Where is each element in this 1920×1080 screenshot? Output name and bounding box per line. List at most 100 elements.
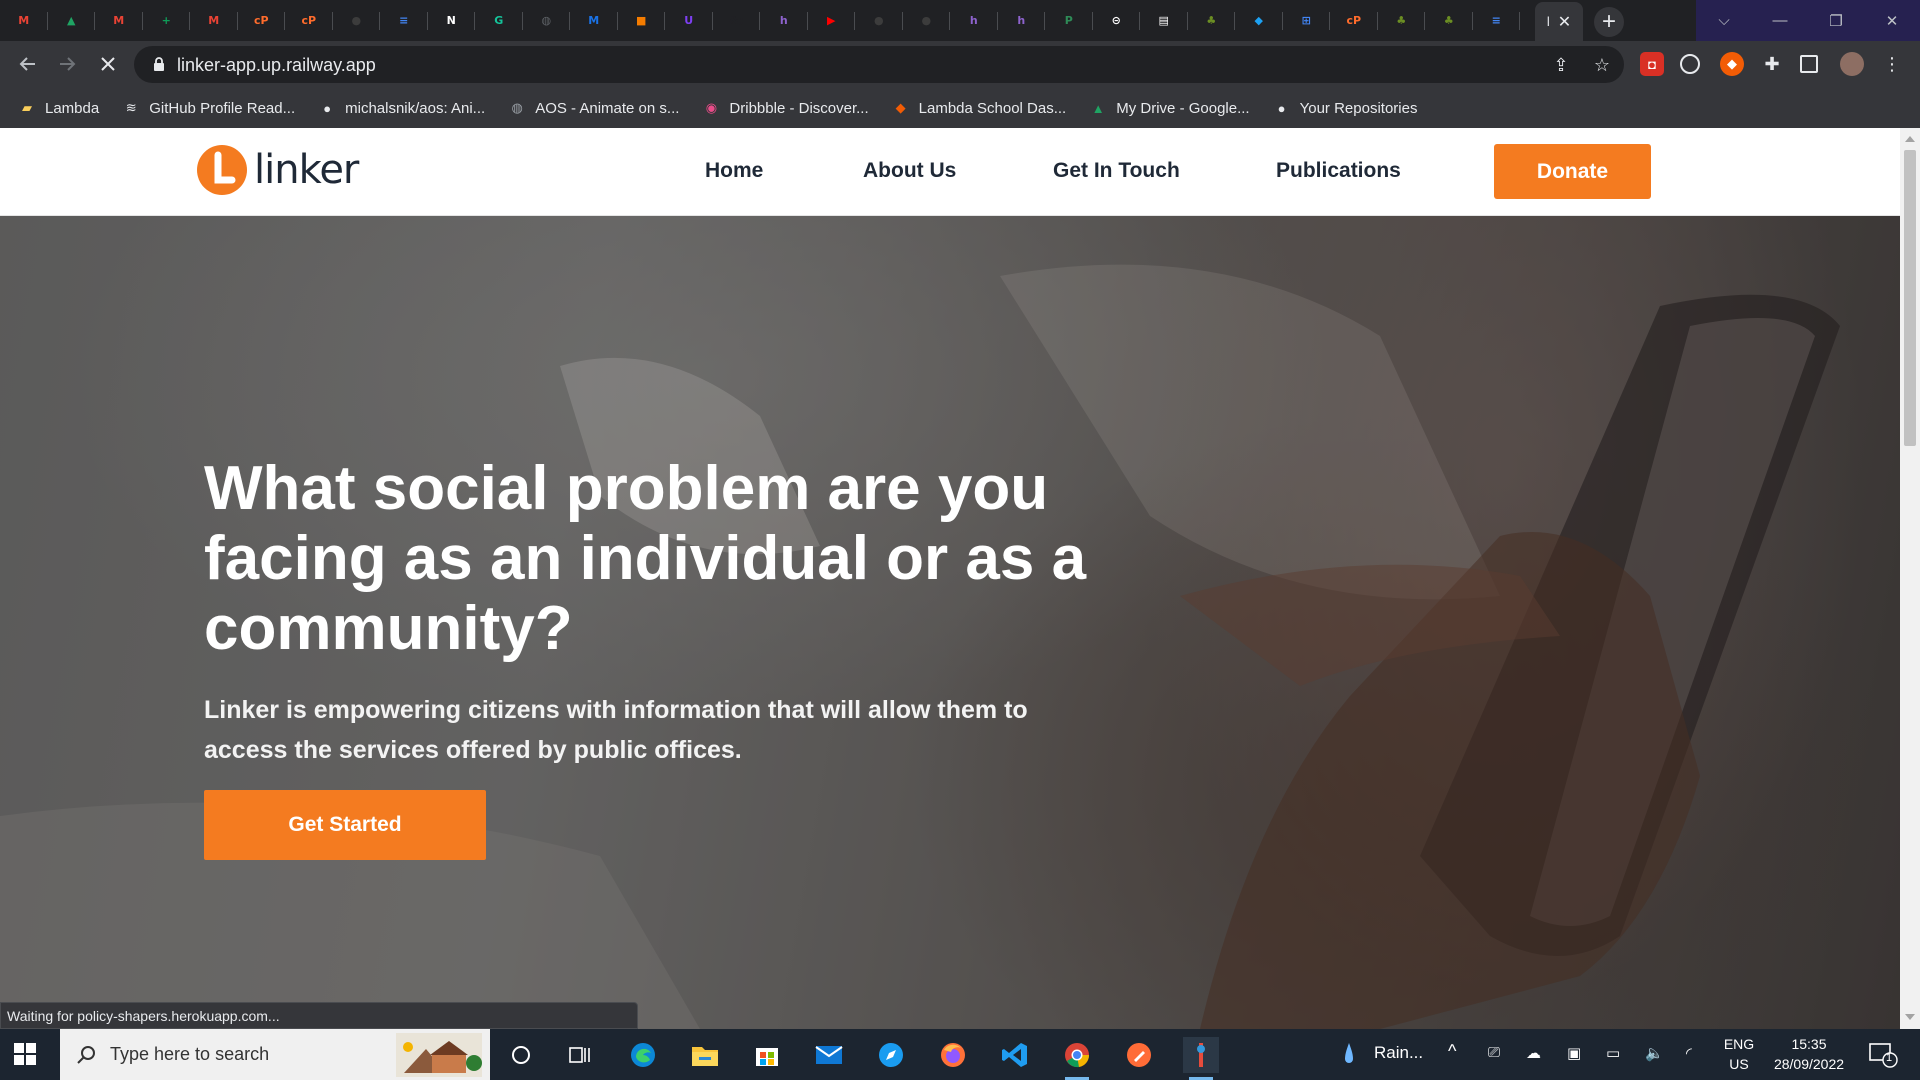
taskbar-search[interactable]: Type here to search bbox=[60, 1029, 490, 1080]
system-clock[interactable]: 15:35 28/09/2022 bbox=[1764, 1034, 1854, 1074]
close-window-button[interactable]: ✕ bbox=[1864, 0, 1920, 41]
minimize-button[interactable]: — bbox=[1752, 0, 1808, 41]
browser-tab[interactable]: M bbox=[95, 0, 143, 41]
bookmark-item[interactable]: ● Your Repositories bbox=[1273, 99, 1418, 117]
browser-tab[interactable]: ▤ bbox=[1140, 0, 1188, 41]
wifi-icon[interactable]: ◜ bbox=[1686, 1044, 1692, 1062]
extension-red-icon[interactable]: ◘ bbox=[1640, 52, 1664, 76]
edge-icon[interactable] bbox=[625, 1037, 661, 1073]
windows-start-icon[interactable] bbox=[14, 1043, 36, 1065]
browser-tab[interactable]: ≡ bbox=[380, 0, 428, 41]
tab-search-button[interactable]: ⌵ bbox=[1696, 0, 1752, 41]
show-hidden-icons-chevron-icon[interactable]: ^ bbox=[1448, 1041, 1456, 1062]
browser-tab[interactable]: cP bbox=[238, 0, 286, 41]
meet-now-icon[interactable]: ⎚ bbox=[1488, 1044, 1500, 1061]
browser-tab[interactable]: N bbox=[428, 0, 476, 41]
git-tool-icon[interactable] bbox=[1183, 1037, 1219, 1080]
scroll-thumb[interactable] bbox=[1904, 150, 1916, 446]
browser-tab[interactable]: M bbox=[190, 0, 238, 41]
browser-tab[interactable]: ● bbox=[903, 0, 951, 41]
address-bar[interactable]: linker-app.up.railway.app ⇪ ☆ bbox=[134, 46, 1624, 83]
side-panel-icon[interactable] bbox=[1800, 55, 1818, 73]
browser-tab[interactable]: h bbox=[760, 0, 808, 41]
browser-tab[interactable]: ⊞ bbox=[1283, 0, 1331, 41]
extensions-puzzle-icon[interactable]: ✚ bbox=[1760, 52, 1784, 76]
browser-tab[interactable]: G bbox=[475, 0, 523, 41]
close-tab-icon[interactable]: ✕ bbox=[1558, 12, 1571, 32]
mail-icon[interactable] bbox=[811, 1037, 847, 1073]
nav-home[interactable]: Home bbox=[705, 159, 763, 183]
scroll-up-arrow-icon[interactable] bbox=[1905, 136, 1915, 142]
page-scrollbar[interactable] bbox=[1900, 128, 1920, 1029]
browser-tab[interactable]: ≡ bbox=[1473, 0, 1521, 41]
bookmark-item[interactable]: ◉ Dribbble - Discover... bbox=[702, 99, 869, 117]
file-explorer-icon[interactable] bbox=[687, 1037, 723, 1073]
url-text[interactable]: linker-app.up.railway.app bbox=[177, 55, 376, 76]
action-device-icon[interactable]: ▣ bbox=[1567, 1044, 1581, 1062]
bookmark-item[interactable]: ▲ My Drive - Google... bbox=[1089, 99, 1250, 117]
browser-tab[interactable]: ♣ bbox=[1188, 0, 1236, 41]
browser-tab[interactable]: ⊝ bbox=[1093, 0, 1141, 41]
firefox-icon[interactable] bbox=[935, 1037, 971, 1073]
nav-publications[interactable]: Publications bbox=[1276, 159, 1401, 183]
browser-tab[interactable]: ▲ bbox=[48, 0, 96, 41]
safari-style-compass-icon[interactable] bbox=[873, 1037, 909, 1073]
browser-tab[interactable]: &; bbox=[713, 0, 761, 41]
notifications-icon[interactable]: 1 bbox=[1868, 1041, 1898, 1073]
browser-tab[interactable]: cP bbox=[1330, 0, 1378, 41]
microsoft-store-icon[interactable] bbox=[749, 1037, 785, 1073]
browser-tab[interactable]: P bbox=[1045, 0, 1093, 41]
site-logo[interactable]: linker bbox=[196, 144, 359, 196]
browser-tab[interactable]: + bbox=[143, 0, 191, 41]
browser-tab[interactable]: ♣ bbox=[1378, 0, 1426, 41]
scroll-down-arrow-icon[interactable] bbox=[1905, 1014, 1915, 1020]
volume-icon[interactable]: 🔈 bbox=[1645, 1044, 1664, 1062]
new-tab-button[interactable]: + bbox=[1594, 7, 1624, 37]
menu-kebab-icon[interactable]: ⋮ bbox=[1880, 52, 1904, 76]
postman-icon[interactable] bbox=[1121, 1037, 1157, 1073]
weather-icon[interactable] bbox=[1343, 1041, 1355, 1073]
donate-button[interactable]: Donate bbox=[1494, 144, 1651, 199]
nav-about-us[interactable]: About Us bbox=[863, 159, 956, 183]
browser-tab[interactable]: U bbox=[665, 0, 713, 41]
browser-tab[interactable]: ● bbox=[333, 0, 381, 41]
browser-tab[interactable]: h bbox=[950, 0, 998, 41]
profile-avatar[interactable] bbox=[1840, 52, 1864, 76]
lock-icon[interactable] bbox=[150, 55, 168, 73]
browser-tab[interactable]: cP bbox=[285, 0, 333, 41]
active-tab[interactable]: l ✕ bbox=[1535, 2, 1583, 41]
browser-tab[interactable]: ◆ bbox=[1235, 0, 1283, 41]
onedrive-cloud-icon[interactable]: ☁ bbox=[1526, 1044, 1541, 1062]
extension-orange-icon[interactable]: ◆ bbox=[1720, 52, 1744, 76]
cortana-icon[interactable] bbox=[503, 1037, 539, 1073]
bookmark-item[interactable]: ≋ GitHub Profile Read... bbox=[122, 99, 295, 117]
battery-icon[interactable]: ▭ bbox=[1606, 1044, 1620, 1062]
forward-button[interactable] bbox=[51, 48, 83, 80]
bookmark-item[interactable]: ▰ Lambda bbox=[18, 99, 99, 117]
browser-tab[interactable]: ● bbox=[855, 0, 903, 41]
browser-tab[interactable]: M bbox=[570, 0, 618, 41]
back-button[interactable] bbox=[12, 48, 44, 80]
browser-tab[interactable]: ♣ bbox=[1425, 0, 1473, 41]
weather-text[interactable]: Rain... bbox=[1374, 1043, 1423, 1063]
nav-get-in-touch[interactable]: Get In Touch bbox=[1053, 159, 1180, 183]
bookmark-item[interactable]: ◍ AOS - Animate on s... bbox=[508, 99, 680, 117]
browser-tab[interactable]: ■ bbox=[618, 0, 666, 41]
vscode-icon[interactable] bbox=[997, 1037, 1033, 1073]
chrome-icon[interactable] bbox=[1059, 1037, 1095, 1080]
stop-icon bbox=[101, 57, 115, 71]
extension-circle-icon[interactable] bbox=[1680, 54, 1700, 74]
stop-loading-button[interactable] bbox=[92, 48, 124, 80]
browser-tab[interactable]: h bbox=[998, 0, 1046, 41]
browser-tab[interactable]: M bbox=[0, 0, 48, 41]
task-view-icon[interactable] bbox=[562, 1037, 598, 1073]
bookmark-star-icon[interactable]: ☆ bbox=[1591, 54, 1613, 76]
language-indicator[interactable]: ENG US bbox=[1719, 1034, 1759, 1074]
browser-tab[interactable]: ▶ bbox=[808, 0, 856, 41]
get-started-button[interactable]: Get Started bbox=[204, 790, 486, 860]
restore-button[interactable]: ❐ bbox=[1808, 0, 1864, 41]
bookmark-item[interactable]: ● michalsnik/aos: Ani... bbox=[318, 99, 485, 117]
browser-tab[interactable]: ◍ bbox=[523, 0, 571, 41]
bookmark-item[interactable]: ◆ Lambda School Das... bbox=[892, 99, 1067, 117]
share-icon[interactable]: ⇪ bbox=[1550, 54, 1572, 76]
